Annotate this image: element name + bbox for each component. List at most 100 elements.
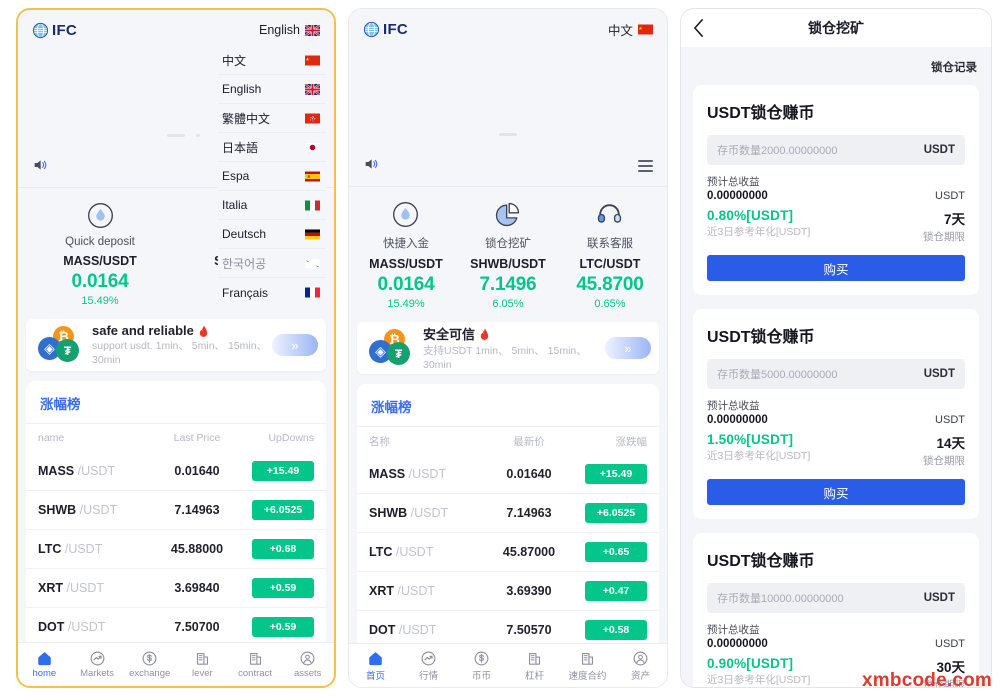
promo-banner-text-en: safe and reliable support usdt. 1min、 5m… [90,323,272,366]
tab-home[interactable]: home [18,643,71,686]
col-header-change: 涨跌幅 [615,435,648,448]
mining-earnings-value: 0.00000000 [707,414,768,426]
language-selector-cn[interactable]: 中文 [608,20,653,39]
table-row[interactable]: SHWB /USDT 7.14963 +6.0525 [26,491,326,530]
chevron-left-icon[interactable] [693,19,704,37]
language-option-1[interactable]: English [218,75,326,104]
mining-amount-field[interactable]: 存币数量2000.00000000 USDT [707,135,965,165]
bottom-tabbar-en[interactable]: home Markets exchange lever contract assets [18,642,334,686]
building-icon [249,652,261,665]
mining-card-1: USDT锁仓赚币 存币数量5000.00000000 USDT 预计总收益 0.0000… [693,309,979,519]
table-row[interactable]: LTC /USDT 45.88000 +0.68 [26,530,326,569]
mining-records-link[interactable]: 锁仓记录 [681,47,991,85]
building-icon [581,652,594,665]
promo-banner-go-button-en[interactable]: » [272,334,318,356]
mining-earnings-unit: USDT [935,190,965,202]
market-stat-0[interactable]: MASS/USDT 0.0164 15.49% [24,254,176,307]
promo-banner-en[interactable]: ₿ ◈ ₮ safe and reliable support usdt. 1m… [26,319,326,371]
carousel-dot [196,134,200,137]
tab-行情[interactable]: 行情 [402,644,455,687]
tab-icon-wrap [36,650,53,667]
mining-amount-field[interactable]: 存币数量5000.00000000 USDT [707,359,965,389]
language-dropdown-en[interactable]: 中文 English 繁體中文 日本語 Espa Italia Deutsch 한국어공 Fra… [218,46,326,307]
market-stat-0[interactable]: MASS/USDT 0.0164 15.49% [355,257,457,310]
row-symbol: MASS /USDT [369,467,447,481]
quick-action-0[interactable]: Quick deposit [24,200,176,248]
mining-header: 锁仓挖矿 [681,9,991,47]
market-stat-pair: MASS/USDT [369,257,443,271]
menu-icon[interactable] [638,160,653,172]
tab-lever[interactable]: lever [176,643,229,686]
tab-Markets[interactable]: Markets [71,643,124,686]
language-selector-en[interactable]: English [259,23,320,37]
mining-card-list: USDT锁仓赚币 存币数量2000.00000000 USDT 预计总收益 0.0000… [681,85,991,687]
tab-label: lever [192,668,213,679]
row-change-badge: +6.0525 [252,500,314,520]
mining-amount-field[interactable]: 存币数量10000.00000000 USDT [707,583,965,613]
quick-action-0[interactable]: 快捷入金 [355,199,457,251]
mining-apr-value: 0.90%[USDT] [707,656,794,671]
quick-action-label: 联系客服 [586,238,633,250]
table-row[interactable]: SHWB /USDT 7.14963 +6.0525 [357,494,659,533]
mining-apr-block: 0.90%[USDT] 近3日参考年化[USDT] [707,656,810,687]
table-row[interactable]: XRT /USDT 3.69840 +0.59 [26,569,326,608]
bottom-tabbar-cn[interactable]: 首页 行情 币币 杠杆 速度合约 资产 [349,643,667,687]
language-option-0[interactable]: 中文 [218,46,326,75]
carousel-dot-active [167,134,185,137]
building-icon [196,652,208,665]
col-header-name: 名称 [369,435,390,448]
tab-杠杆[interactable]: 杠杆 [508,644,561,687]
table-row[interactable]: XRT /USDT 3.69390 +0.47 [357,572,659,611]
mining-scroll-area[interactable]: 锁仓记录 USDT锁仓赚币 存币数量2000.00000000 USDT 预计总收益 0… [681,47,991,687]
hot-flame-icon [199,324,208,337]
row-change-badge: +0.65 [585,542,647,562]
tab-contract[interactable]: contract [229,643,282,686]
dollar-circle-icon [474,651,489,665]
speaker-icon[interactable] [363,156,379,172]
row-change-wrap: +15.49 [569,464,647,484]
tab-assets[interactable]: assets [281,643,334,686]
tab-首页[interactable]: 首页 [349,644,402,687]
language-option-3[interactable]: 日本語 [218,133,326,162]
quick-action-1[interactable]: 锁仓挖矿 [457,199,559,251]
table-row[interactable]: MASS /USDT 0.01640 +15.49 [26,452,326,491]
market-stat-price: 45.8700 [576,274,644,295]
flag-hk-icon [305,113,320,123]
row-change-wrap: +0.59 [236,617,314,637]
mining-amount-unit: USDT [923,368,955,380]
market-stat-pair: LTC/USDT [579,257,641,271]
language-option-2[interactable]: 繁體中文 [218,104,326,133]
tab-币币[interactable]: 币币 [455,644,508,687]
language-option-5[interactable]: Italia [218,191,326,220]
mining-buy-button[interactable]: 购买 [707,479,965,505]
mining-buy-button[interactable]: 购买 [707,255,965,281]
speaker-icon[interactable] [32,157,48,173]
tab-资产[interactable]: 资产 [614,644,667,687]
row-price: 0.01640 [506,467,552,481]
mining-days-sublabel: 锁仓期限 [923,231,965,243]
language-option-4[interactable]: Espa [218,162,326,191]
language-option-8[interactable]: Français [218,278,326,307]
language-option-7[interactable]: 한국어공 [218,249,326,278]
mining-days-value: 7天 [943,212,965,227]
table-header-row: name Last Price UpDowns [26,424,326,452]
quick-action-label: 快捷入金 [382,238,429,250]
promo-banner-cn[interactable]: ₿ ◈ ₮ 安全可信 支持USDT 1min、 5min、 15min、 30m… [357,322,659,374]
language-option-6[interactable]: Deutsch [218,220,326,249]
market-stat-2[interactable]: LTC/USDT 45.8700 0.65% [559,257,661,310]
promo-banner-go-button-cn[interactable]: » [605,337,651,359]
mining-apr-row: 1.50%[USDT] 近3日参考年化[USDT] 14天 锁仓期限 [707,432,965,468]
headset-icon [598,203,622,223]
table-row[interactable]: LTC /USDT 45.87000 +0.65 [357,533,659,572]
tab-exchange[interactable]: exchange [123,643,176,686]
quick-action-2[interactable]: 联系客服 [559,199,661,251]
market-stat-1[interactable]: SHWB/USDT 7.1496 6.05% [457,257,559,310]
mining-card-0: USDT锁仓赚币 存币数量2000.00000000 USDT 预计总收益 0.0000… [693,85,979,295]
mining-days-value: 14天 [936,436,965,451]
mining-amount-placeholder: 存币数量2000.00000000 [717,145,838,157]
row-change-badge: +0.59 [252,617,314,637]
tab-速度合约[interactable]: 速度合约 [561,644,614,687]
market-stats-cn: MASS/USDT 0.0164 15.49% SHWB/USDT 7.1496 6.05… [349,255,667,322]
table-row[interactable]: MASS /USDT 0.01640 +15.49 [357,455,659,494]
quick-action-label: 锁仓挖矿 [484,238,531,250]
